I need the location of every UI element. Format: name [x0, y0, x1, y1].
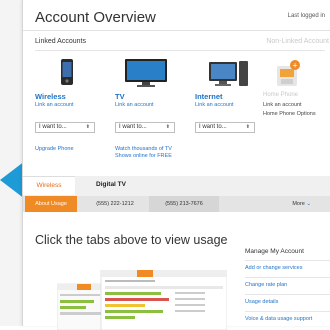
tv-title: TV — [115, 92, 125, 101]
tv-icon — [125, 59, 167, 87]
internet-i-want-to-select[interactable]: I want to... ⬍ — [195, 122, 255, 133]
non-linked-accounts-heading: Non-Linked Account — [266, 38, 329, 45]
computer-icon — [209, 61, 248, 86]
more-label: More — [292, 201, 305, 207]
chevron-down-icon: ⌄ — [306, 201, 311, 207]
home-phone-icon: + — [277, 60, 300, 86]
internet-title: Internet — [195, 92, 223, 101]
internet-select-value: I want to... — [199, 124, 227, 130]
upgrade-phone-link[interactable]: Upgrade Phone — [35, 146, 105, 153]
panel-header: Account Overview Last logged in — [23, 0, 330, 31]
page-title: Account Overview — [35, 9, 156, 26]
wireless-link-account[interactable]: Link an account — [35, 102, 74, 108]
section-divider — [35, 50, 325, 51]
tab-digital-tv[interactable]: Digital TV — [83, 176, 139, 194]
usage-preview-illustration — [57, 270, 227, 330]
manage-my-account-heading: Manage My Account — [245, 248, 304, 255]
subtab-line-2[interactable]: (555) 213-7676 — [149, 196, 219, 212]
wireless-select-value: I want to... — [39, 124, 67, 130]
change-rate-plan-link[interactable]: Change rate plan — [245, 277, 330, 288]
wireless-title: Wireless — [35, 92, 66, 101]
add-change-services-link[interactable]: Add or change services — [245, 260, 330, 271]
watch-tv-shows-link[interactable]: Watch thousands of TV Shows online for F… — [115, 146, 183, 159]
home-phone-link-account[interactable]: Link an account — [263, 102, 302, 108]
more-dropdown[interactable]: More ⌄ — [292, 196, 311, 212]
home-phone-title: Home Phone — [263, 92, 299, 98]
internet-link-account[interactable]: Link an account — [195, 102, 234, 108]
voice-data-usage-support-link[interactable]: Voice & data usage support — [245, 311, 330, 322]
subtab-about-usage[interactable]: About Usage — [25, 196, 77, 212]
tv-select-value: I want to... — [119, 124, 147, 130]
tv-link-account[interactable]: Link an account — [115, 102, 154, 108]
home-phone-options-link[interactable]: Home Phone Options — [263, 111, 316, 117]
usage-headline: Click the tabs above to view usage — [35, 233, 228, 247]
svg-text:+: + — [292, 62, 298, 70]
linked-accounts-heading: Linked Accounts — [35, 38, 86, 45]
account-overview-panel: Account Overview Last logged in Linked A… — [22, 0, 330, 330]
select-arrows-icon: ⬍ — [165, 124, 170, 130]
tv-i-want-to-select[interactable]: I want to... ⬍ — [115, 122, 175, 133]
mobile-phone-icon — [61, 59, 73, 85]
subtab-line-1[interactable]: (555) 222-1212 — [83, 196, 147, 212]
tab-wireless[interactable]: Wireless — [23, 176, 75, 195]
usage-details-link[interactable]: Usage details — [245, 294, 330, 305]
wireless-i-want-to-select[interactable]: I want to... ⬍ — [35, 122, 95, 133]
last-logged-text: Last logged in — [287, 13, 325, 19]
select-arrows-icon: ⬍ — [85, 124, 90, 130]
select-arrows-icon: ⬍ — [245, 124, 250, 130]
